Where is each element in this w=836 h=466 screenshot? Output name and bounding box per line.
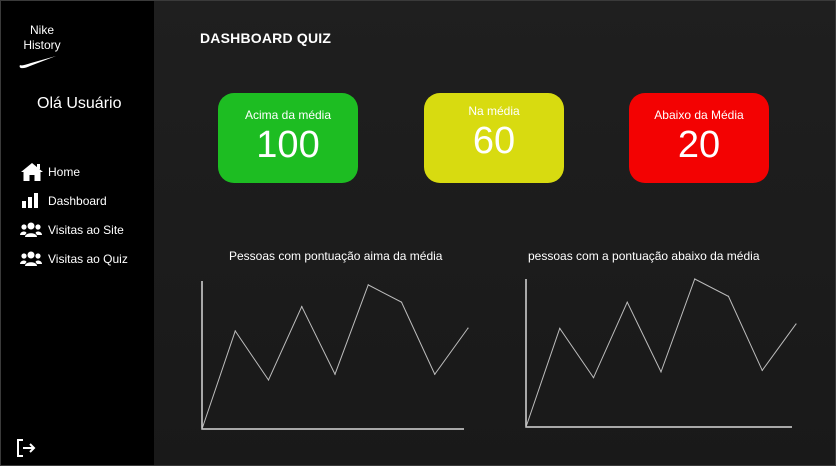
stat-card-label: Na média (468, 104, 520, 118)
sidebar-item-label: Visitas ao Site (48, 223, 124, 237)
chart-point (334, 373, 336, 375)
home-icon (20, 161, 44, 183)
stat-card-average[interactable]: Na média 60 (424, 93, 564, 183)
stat-card-label: Acima da média (244, 108, 332, 122)
sidebar-nav: Home Dashboard Visitas ao Site Visitas a… (20, 161, 128, 277)
brand-name-line2: History (23, 38, 61, 52)
line-chart-below-average (525, 278, 797, 428)
chart-point (201, 428, 203, 430)
chart-title-above-average: Pessoas com pontuação aima da média (229, 249, 443, 263)
chart-point (267, 379, 270, 381)
stat-card-label: Abaixo da Média (654, 108, 744, 122)
chart-point (467, 327, 469, 329)
chart-axes (525, 279, 792, 428)
chart-series-line (201, 284, 469, 430)
stat-card-above-average[interactable]: Acima da média 100 (218, 93, 358, 183)
chart-point (660, 371, 662, 373)
chart-point (400, 301, 403, 303)
sidebar-item-quiz-visits[interactable]: Visitas ao Quiz (20, 248, 128, 270)
chart-point (694, 278, 696, 280)
brand-name-line1: Nike (29, 23, 54, 37)
sidebar-item-label: Visitas ao Quiz (48, 252, 128, 266)
chart-point (592, 377, 595, 379)
chart-point (234, 330, 236, 332)
chart-point (559, 327, 561, 329)
greeting-text: Olá Usuário (37, 95, 122, 112)
sidebar-item-dashboard[interactable]: Dashboard (20, 190, 128, 212)
chart-title-below-average: pessoas com a pontuação abaixo da média (528, 249, 760, 263)
chart-point (626, 301, 628, 303)
stat-card-value: 100 (256, 124, 320, 166)
stat-card-value: 60 (472, 120, 516, 162)
chart-point (301, 305, 303, 308)
stat-card-below-average[interactable]: Abaixo da Média 20 (629, 93, 769, 183)
users-icon (20, 219, 44, 241)
sidebar-item-label: Home (48, 165, 81, 179)
main-content: DASHBOARD QUIZ Acima da média 100 Na méd… (154, 1, 835, 465)
logout-icon (17, 439, 36, 457)
chart-point (727, 295, 730, 298)
users-icon (20, 248, 44, 270)
chart-axes (201, 281, 464, 430)
bar-chart-icon (20, 190, 44, 212)
chart-point (761, 369, 763, 372)
sidebar-item-label: Dashboard (48, 194, 107, 208)
logout-button[interactable] (15, 437, 37, 459)
page-title: DASHBOARD QUIZ (200, 30, 332, 46)
nike-swoosh-icon (19, 56, 56, 69)
sidebar-item-site-visits[interactable]: Visitas ao Site (20, 219, 128, 241)
chart-point (367, 284, 369, 286)
line-chart-above-average (201, 281, 469, 430)
chart-series-line (525, 278, 797, 428)
chart-point (434, 373, 436, 375)
chart-point (525, 426, 527, 428)
sidebar-item-home[interactable]: Home (20, 161, 128, 183)
brand-logo[interactable]: Nike History (17, 23, 67, 69)
stat-card-value: 20 (677, 124, 721, 166)
sidebar: Nike History Olá Usuário Home Dashboard … (1, 1, 154, 465)
chart-point (795, 323, 797, 325)
